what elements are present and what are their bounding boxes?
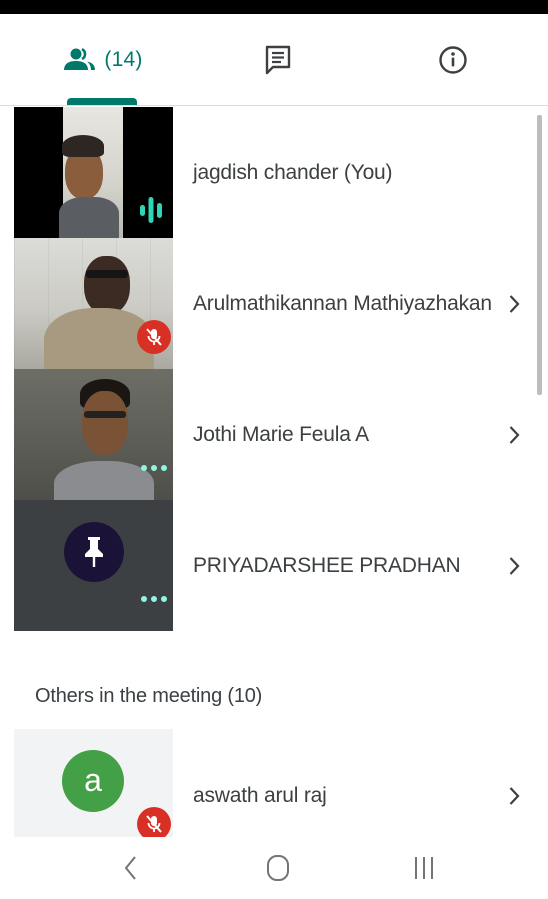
more-options-icon[interactable] bbox=[141, 465, 167, 471]
participant-name: jagdish chander (You) bbox=[193, 160, 393, 184]
participant-video bbox=[14, 500, 173, 631]
section-title: Others in the meeting (10) bbox=[35, 685, 263, 707]
participant-name: Arulmathikannan Mathiyazhakan bbox=[193, 291, 492, 315]
mic-off-icon bbox=[146, 815, 162, 833]
system-nav-bar bbox=[0, 837, 548, 899]
status-bar bbox=[0, 0, 548, 14]
participant-row[interactable]: PRIYADARSHEE PRADHAN bbox=[0, 500, 548, 631]
info-icon bbox=[438, 46, 467, 74]
recents-icon bbox=[415, 857, 433, 879]
pin-icon bbox=[85, 537, 103, 567]
participant-row[interactable]: Arulmathikannan Mathiyazhakan bbox=[0, 238, 548, 369]
participant-row[interactable]: a aswath arul raj bbox=[0, 729, 548, 837]
pin-avatar bbox=[64, 522, 124, 582]
tab-info[interactable] bbox=[385, 14, 520, 106]
home-icon bbox=[267, 855, 289, 881]
chat-icon bbox=[265, 45, 290, 75]
more-options-icon[interactable] bbox=[141, 596, 167, 602]
tab-people[interactable]: (14) bbox=[35, 14, 170, 106]
nav-recents-button[interactable] bbox=[404, 851, 444, 885]
tab-chat[interactable] bbox=[210, 14, 345, 106]
avatar: a bbox=[62, 750, 124, 812]
active-tab-indicator bbox=[67, 98, 137, 105]
muted-indicator bbox=[137, 807, 171, 837]
participant-video bbox=[14, 238, 173, 369]
tab-bar: (14) bbox=[0, 14, 548, 106]
participant-name: Jothi Marie Feula A bbox=[193, 422, 369, 446]
participant-name: PRIYADARSHEE PRADHAN bbox=[193, 553, 461, 577]
participant-row[interactable]: jagdish chander (You) bbox=[0, 107, 548, 238]
nav-back-button[interactable] bbox=[111, 851, 151, 885]
back-icon bbox=[124, 856, 136, 880]
participant-row[interactable]: Jothi Marie Feula A bbox=[0, 369, 548, 500]
people-count: (14) bbox=[104, 48, 143, 71]
chevron-right-icon[interactable] bbox=[502, 292, 526, 316]
speaking-indicator-icon bbox=[140, 197, 162, 223]
participant-avatar-tile: a bbox=[14, 729, 173, 837]
chevron-right-icon[interactable] bbox=[502, 423, 526, 447]
avatar-letter: a bbox=[84, 761, 102, 798]
participant-name: aswath arul raj bbox=[193, 784, 327, 807]
participant-video bbox=[14, 369, 173, 500]
chevron-right-icon[interactable] bbox=[502, 554, 526, 578]
chevron-right-icon[interactable] bbox=[502, 784, 526, 808]
muted-indicator bbox=[137, 320, 171, 354]
mic-off-icon bbox=[146, 328, 162, 346]
people-icon bbox=[64, 48, 96, 70]
participant-video bbox=[14, 107, 173, 238]
participant-list[interactable]: jagdish chander (You) Arulmathikannan Ma… bbox=[0, 107, 548, 837]
nav-home-button[interactable] bbox=[258, 851, 298, 885]
